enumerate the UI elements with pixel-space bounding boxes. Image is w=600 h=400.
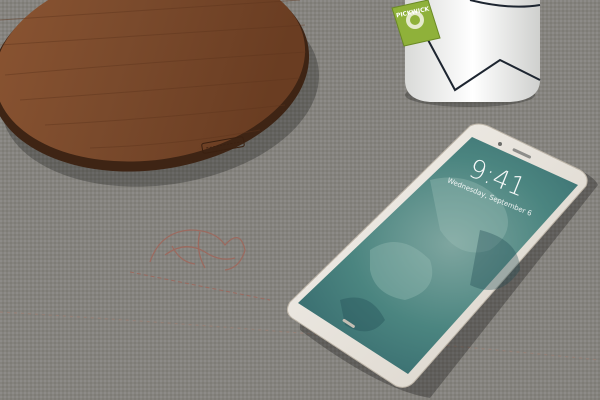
photo-scene: 9:41 Wednesday, September 6 PICKWICK [0,0,600,400]
front-camera [498,142,502,146]
scene-illustration [0,0,600,400]
